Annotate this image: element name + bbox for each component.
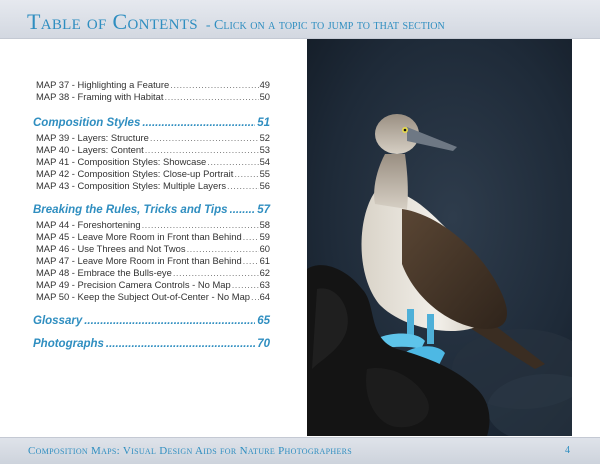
table-of-contents: MAP 37 - Highlighting a Feature 49 MAP 3… (33, 79, 270, 353)
dot-leader (234, 168, 258, 180)
toc-entry-map-49[interactable]: MAP 49 - Precision Camera Controls - No … (33, 279, 270, 291)
toc-entry-map-40[interactable]: MAP 40 - Layers: Content 53 (33, 144, 270, 156)
toc-entry-map-44[interactable]: MAP 44 - Foreshortening 58 (33, 219, 270, 231)
toc-entry-label: MAP 38 - Framing with Habitat (36, 91, 164, 102)
toc-entry-page: 60 (259, 243, 270, 254)
toc-entry-page: 63 (259, 279, 270, 290)
toc-section-photographs[interactable]: Photographs 70 (33, 336, 270, 353)
toc-entry-label: MAP 50 - Keep the Subject Out-of-Center … (36, 291, 250, 302)
toc-entry-map-37[interactable]: MAP 37 - Highlighting a Feature 49 (33, 79, 270, 91)
dot-leader (187, 243, 259, 255)
toc-section-page: 70 (257, 338, 270, 350)
toc-entry-page: 49 (259, 79, 270, 90)
toc-entry-label: MAP 47 - Leave More Room in Front than B… (36, 255, 242, 266)
toc-entry-label: MAP 43 - Composition Styles: Multiple La… (36, 180, 227, 191)
page-footer: Composition Maps: Visual Design Aids for… (0, 437, 600, 464)
dot-leader (142, 115, 255, 132)
toc-entry-map-50[interactable]: MAP 50 - Keep the Subject Out-of-Center … (33, 291, 270, 303)
toc-section-title: Glossary (33, 315, 83, 327)
dot-leader (243, 255, 259, 267)
toc-section-page: 65 (257, 315, 270, 327)
toc-section-page: 57 (257, 204, 270, 216)
page-title: Table of Contents (27, 9, 198, 34)
toc-entry-label: MAP 45 - Leave More Room in Front than B… (36, 231, 242, 242)
header-text: Table of Contents - Click on a topic to … (27, 9, 445, 35)
toc-section-title: Photographs (33, 338, 104, 350)
toc-entry-label: MAP 49 - Precision Camera Controls - No … (36, 279, 231, 290)
toc-entry-map-48[interactable]: MAP 48 - Embrace the Bulls-eye 62 (33, 267, 270, 279)
toc-section-title: Composition Styles (33, 117, 141, 129)
toc-entry-label: MAP 48 - Embrace the Bulls-eye (36, 267, 172, 278)
page-subtitle: - Click on a topic to jump to that secti… (205, 18, 445, 33)
toc-entry-map-47[interactable]: MAP 47 - Leave More Room in Front than B… (33, 255, 270, 267)
toc-entry-page: 61 (259, 255, 270, 266)
dot-leader (145, 144, 259, 156)
book-title: Composition Maps: Visual Design Aids for… (28, 445, 353, 457)
toc-entry-map-43[interactable]: MAP 43 - Composition Styles: Multiple La… (33, 180, 270, 192)
dot-leader (142, 219, 259, 231)
toc-entry-page: 56 (259, 180, 270, 191)
toc-entry-map-42[interactable]: MAP 42 - Composition Styles: Close-up Po… (33, 168, 270, 180)
dot-leader (230, 202, 256, 219)
dot-leader (84, 313, 255, 330)
toc-entry-page: 55 (259, 168, 270, 179)
toc-entry-map-39[interactable]: MAP 39 - Layers: Structure 52 (33, 132, 270, 144)
toc-entry-map-45[interactable]: MAP 45 - Leave More Room in Front than B… (33, 231, 270, 243)
toc-section-breaking-the-rules[interactable]: Breaking the Rules, Tricks and Tips 57 (33, 202, 270, 219)
toc-entry-page: 52 (259, 132, 270, 143)
page-number: 4 (565, 445, 570, 456)
toc-entry-page: 53 (259, 144, 270, 155)
toc-entry-label: MAP 39 - Layers: Structure (36, 132, 149, 143)
page-header: Table of Contents - Click on a topic to … (0, 0, 600, 39)
toc-entry-map-46[interactable]: MAP 46 - Use Threes and Not Twos 60 (33, 243, 270, 255)
toc-entry-map-38[interactable]: MAP 38 - Framing with Habitat 50 (33, 91, 270, 103)
dot-leader (251, 291, 259, 303)
dot-leader (173, 267, 259, 279)
dot-leader (243, 231, 259, 243)
toc-entry-page: 64 (259, 291, 270, 302)
toc-entry-page: 54 (259, 156, 270, 167)
dot-leader (232, 279, 259, 291)
toc-entry-page: 62 (259, 267, 270, 278)
toc-section-glossary[interactable]: Glossary 65 (33, 313, 270, 330)
toc-section-title: Breaking the Rules, Tricks and Tips (33, 204, 228, 216)
toc-entry-page: 58 (259, 219, 270, 230)
dot-leader (207, 156, 258, 168)
toc-section-page: 51 (257, 117, 270, 129)
bird-leg-right (427, 314, 434, 344)
toc-section-composition-styles[interactable]: Composition Styles 51 (33, 115, 270, 132)
toc-entry-label: MAP 42 - Composition Styles: Close-up Po… (36, 168, 234, 179)
toc-entry-label: MAP 46 - Use Threes and Not Twos (36, 243, 186, 254)
toc-entry-label: MAP 37 - Highlighting a Feature (36, 79, 170, 90)
toc-entry-label: MAP 40 - Layers: Content (36, 144, 144, 155)
booby-illustration (307, 39, 572, 436)
toc-entry-page: 50 (259, 91, 270, 102)
toc-entry-label: MAP 44 - Foreshortening (36, 219, 141, 230)
dot-leader (227, 180, 259, 192)
toc-entry-map-41[interactable]: MAP 41 - Composition Styles: Showcase 54 (33, 156, 270, 168)
bird-photograph (307, 39, 572, 436)
toc-entry-label: MAP 41 - Composition Styles: Showcase (36, 156, 207, 167)
dot-leader (164, 91, 258, 103)
dot-leader (170, 79, 258, 91)
toc-entry-page: 59 (259, 231, 270, 242)
dot-leader (106, 336, 255, 353)
dot-leader (150, 132, 259, 144)
